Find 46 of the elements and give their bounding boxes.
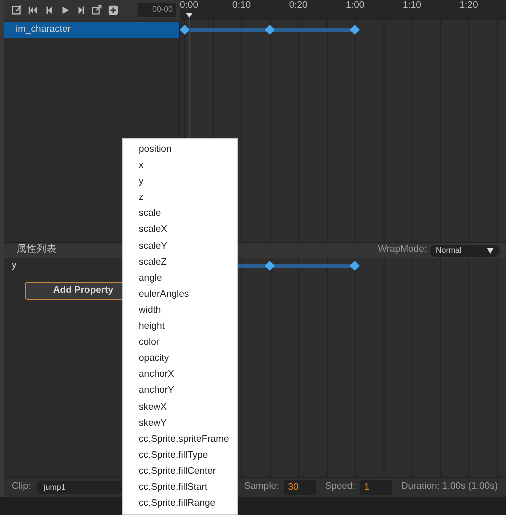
node-row[interactable]: im_character <box>4 22 179 38</box>
edit-icon[interactable] <box>12 4 23 16</box>
menu-item[interactable]: cc.Sprite.spriteFrame <box>123 432 237 448</box>
menu-item[interactable]: scaleZ <box>123 254 237 271</box>
duration-text: Duration: 1.00s (1.00s) <box>401 480 498 494</box>
sample-label: Sample: <box>244 480 280 494</box>
export-icon[interactable] <box>92 4 103 16</box>
dropdown-arrow-icon <box>487 248 494 254</box>
menu-item[interactable]: height <box>123 319 237 336</box>
menu-item[interactable]: cc.Sprite.fillType <box>123 448 237 464</box>
menu-item[interactable]: opacity <box>123 351 237 368</box>
menu-item[interactable]: z <box>123 190 237 206</box>
menu-item[interactable]: anchorY <box>123 383 237 400</box>
play-icon[interactable] <box>60 4 71 16</box>
menu-item[interactable]: width <box>123 302 237 320</box>
ruler-label: 1:10 <box>402 0 422 11</box>
ruler-label: 1:20 <box>460 0 478 11</box>
panel-title: 属性列表 <box>17 243 57 258</box>
ruler-label: 1:00 <box>346 0 365 11</box>
menu-item[interactable]: color <box>123 335 237 352</box>
menu-item[interactable]: y <box>123 174 237 190</box>
menu-item[interactable]: cc.Sprite.fillCenter <box>123 464 237 480</box>
clip-label: Clip: <box>12 480 32 494</box>
step-back-icon[interactable] <box>44 4 55 16</box>
playhead-icon[interactable] <box>186 13 193 18</box>
menu-item[interactable]: scaleX <box>123 222 237 239</box>
menu-item[interactable]: x <box>123 158 237 174</box>
wrap-mode-select[interactable]: Normal <box>430 244 500 256</box>
menu-item[interactable]: scale <box>123 206 237 222</box>
add-icon[interactable] <box>108 4 119 16</box>
menu-item[interactable]: skewY <box>123 416 237 432</box>
skip-start-icon[interactable] <box>28 4 39 16</box>
speed-label: Speed: <box>325 480 356 494</box>
menu-item[interactable]: cc.Sprite.fillRange <box>123 496 237 512</box>
menu-item[interactable]: skewX <box>123 400 237 416</box>
ruler-label: 0:10 <box>232 0 252 11</box>
speed-field[interactable]: 1 <box>360 480 392 495</box>
ruler-label: 0:00 <box>180 0 198 11</box>
menu-item[interactable]: anchorX <box>123 367 237 384</box>
menu-item[interactable]: scaleY <box>123 238 237 255</box>
step-forward-icon[interactable] <box>76 4 87 16</box>
time-field[interactable]: 00-00 <box>138 3 176 17</box>
wrap-mode-label: WrapMode: <box>378 243 427 258</box>
ruler-label: 0:20 <box>289 0 308 11</box>
sample-field[interactable]: 30 <box>284 480 316 495</box>
menu-item[interactable]: position <box>123 142 237 158</box>
